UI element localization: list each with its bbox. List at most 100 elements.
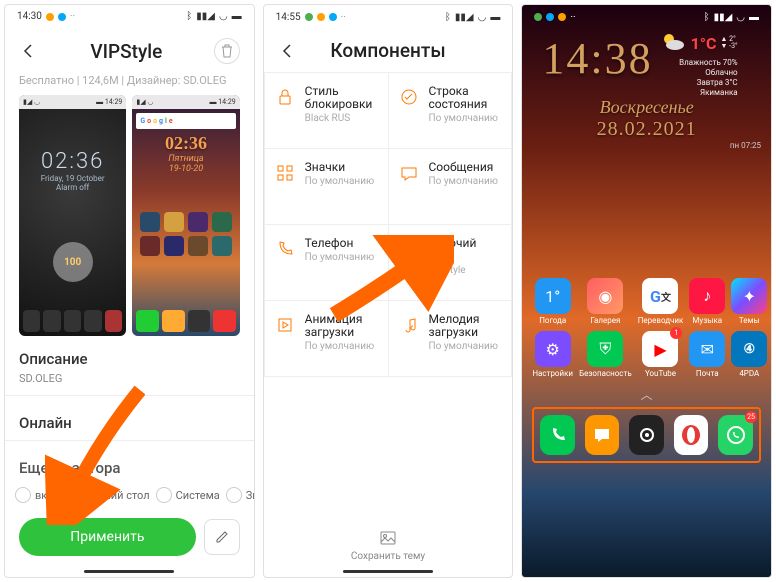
component-messages[interactable]: СообщенияПо умолчанию — [389, 149, 513, 225]
apply-button[interactable]: Применить — [19, 518, 196, 556]
dock-messages[interactable] — [585, 415, 620, 455]
theme-previews: ▮◢ ◡▬ 14:29 02:36 Friday, 19 October Ala… — [5, 95, 254, 336]
battery-icon: ▬ — [232, 11, 242, 22]
more-notif-icon: ·· — [341, 12, 346, 23]
dock-highlight: 25 — [532, 407, 761, 463]
preview-date: Friday, 19 October — [19, 174, 126, 183]
app-4pda[interactable]: ④4PDA — [731, 331, 767, 378]
dock-opera[interactable] — [674, 415, 709, 455]
phone-screenshot-1: 14:30 ·· ᛒ ▮▮◢ ◡ ▬ VIPStyle Бесплатно | … — [4, 4, 255, 578]
day-label: Воскресенье — [522, 97, 771, 118]
back-button[interactable] — [19, 41, 39, 61]
customize-button[interactable] — [204, 519, 240, 555]
preview-time: 02:36 — [19, 149, 126, 174]
message-icon — [399, 163, 419, 183]
bluetooth-icon: ᛒ — [186, 11, 192, 22]
weather-humidity: Влажность 70% — [679, 58, 737, 67]
component-filter-chips: вки Рабочий стол Система Зна ? — [5, 481, 254, 510]
phone-screenshot-3: ·· ᛒ ▮▮◢ ◡ ▬ 14:38 1°C ▲ 2°▼ -3° Влажнос… — [521, 4, 772, 578]
bluetooth-icon: ᛒ — [704, 12, 710, 23]
component-icons[interactable]: ЗначкиПо умолчанию — [265, 149, 389, 225]
grid-icon — [275, 163, 295, 183]
notif-dot-icon — [534, 13, 542, 21]
notif-dot-icon — [58, 13, 66, 21]
component-boot-sound[interactable]: Мелодия загрузкиПо умолчанию — [389, 301, 513, 377]
wifi-icon: ◡ — [478, 12, 487, 23]
battery-icon: ▬ — [490, 12, 500, 23]
music-icon — [399, 315, 419, 335]
component-boot-animation[interactable]: Анимация загрузкиПо умолчанию — [265, 301, 389, 377]
weather-tomorrow: Завтра 3°C — [697, 78, 738, 87]
notif-dot-icon — [317, 13, 325, 21]
preview-date2: 19-10-20 — [132, 164, 239, 174]
signal-icon: ▮▮◢ — [714, 12, 733, 23]
app-weather[interactable]: 1°Погода — [532, 278, 573, 325]
wifi-icon: ◡ — [219, 11, 228, 22]
animation-icon — [275, 315, 295, 335]
wifi-icon: ◡ — [736, 12, 745, 23]
preview-alarm: Alarm off — [19, 183, 126, 192]
home-apps-grid: 1°Погода ◉Галерея G文Переводчик ♪Музыка ✦… — [522, 270, 771, 386]
notif-dot-icon — [558, 13, 566, 21]
signal-icon: ▮▮◢ — [455, 12, 474, 23]
dock-camera[interactable] — [629, 415, 664, 455]
app-security[interactable]: ⛨Безопасность — [579, 331, 632, 378]
notif-dot-icon — [305, 13, 313, 21]
phone-icon — [275, 239, 295, 259]
component-lockstyle[interactable]: Стиль блокировкиBlack RUS — [265, 73, 389, 149]
alarm-time: пн 07:25 — [522, 141, 771, 150]
app-settings[interactable]: ⚙Настройки — [532, 331, 573, 378]
status-bar: 14:55 ·· ᛒ ▮▮◢ ◡ ▬ — [264, 5, 513, 29]
chip-system[interactable]: Система — [156, 487, 220, 503]
preview-lockscreen[interactable]: ▮◢ ◡▬ 14:29 02:36 Friday, 19 October Ala… — [19, 95, 126, 336]
weather-location: Якиманка — [700, 88, 738, 97]
more-notif-icon: ·· — [570, 12, 575, 23]
app-themes[interactable]: ✦Темы — [731, 278, 767, 325]
home-indicator[interactable] — [343, 570, 433, 573]
date-label: 28.02.2021 — [522, 118, 771, 141]
bluetooth-icon: ᛒ — [445, 12, 451, 23]
status-right-icons: ᛒ ▮▮◢ ◡ ▬ — [445, 12, 500, 23]
app-music[interactable]: ♪Музыка — [689, 278, 725, 325]
back-button[interactable] — [278, 41, 298, 61]
page-title: VIPStyle — [39, 40, 214, 63]
weather-icon — [659, 29, 687, 57]
home-indicator[interactable] — [84, 570, 174, 573]
online-heading: Онлайн — [5, 400, 254, 436]
status-time: 14:30 — [17, 11, 42, 22]
app-gallery[interactable]: ◉Галерея — [579, 278, 632, 325]
weather-widget[interactable]: 1°C ▲ 2°▼ -3° Влажность 70% Облачно Завт… — [659, 29, 738, 97]
preview-homescreen[interactable]: ▮◢ ◡▬ 14:29 Google 02:36 Пятница 19-10-2… — [132, 95, 239, 336]
phone-screenshot-2: 14:55 ·· ᛒ ▮▮◢ ◡ ▬ Компоненты Стиль блок… — [263, 4, 514, 578]
preview-day: Пятница — [132, 154, 239, 164]
dock-whatsapp[interactable]: 25 — [718, 415, 753, 455]
component-statusbar[interactable]: Строка состоянияПо умолчанию — [389, 73, 513, 149]
home-icon — [399, 239, 419, 259]
status-right-icons: ᛒ ▮▮◢ ◡ ▬ — [704, 12, 759, 23]
dock-phone[interactable] — [540, 415, 575, 455]
chip-desktop[interactable]: Рабочий стол — [60, 487, 150, 503]
weather-temp: 1°C — [691, 34, 717, 53]
delete-button[interactable] — [214, 38, 240, 64]
preview-time: 02:36 — [132, 133, 239, 154]
component-phone[interactable]: ТелефонПо умолчанию — [265, 225, 389, 301]
statusbar-icon — [399, 87, 419, 107]
signal-icon: ▮▮◢ — [196, 11, 215, 22]
chip-lockscreen[interactable]: вки — [15, 487, 54, 503]
status-right-icons: ᛒ ▮▮◢ ◡ ▬ — [186, 11, 241, 22]
page-title: Компоненты — [298, 39, 479, 62]
notif-dot-icon — [46, 13, 54, 21]
notif-dot-icon — [546, 13, 554, 21]
chip-icons[interactable]: Зна — [226, 487, 254, 503]
description-heading: Описание — [5, 336, 254, 372]
app-youtube[interactable]: ▶1YouTube — [638, 331, 684, 378]
clock-widget[interactable]: 14:38 — [542, 33, 652, 97]
save-theme-button[interactable]: Сохранить тему — [351, 529, 425, 562]
picture-icon — [379, 529, 397, 547]
component-desktop[interactable]: Рабочий столVIPStyle — [389, 225, 513, 301]
status-bar: 14:30 ·· ᛒ ▮▮◢ ◡ ▬ — [5, 5, 254, 28]
swipe-up-icon[interactable]: ︿ — [522, 386, 771, 403]
app-translate[interactable]: G文Переводчик — [638, 278, 684, 325]
notif-dot-icon — [329, 13, 337, 21]
app-mail[interactable]: ✉Почта — [689, 331, 725, 378]
